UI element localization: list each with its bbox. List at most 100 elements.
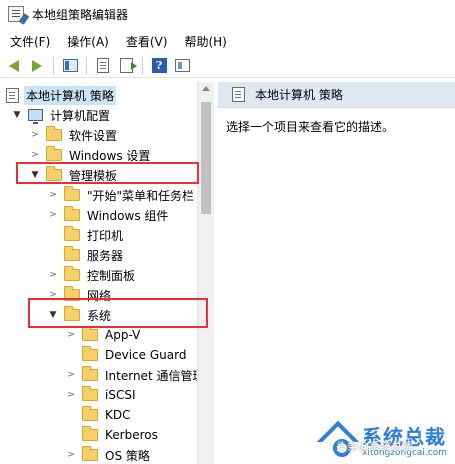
help-button[interactable]: ? bbox=[149, 56, 169, 76]
toolbar: ? bbox=[0, 54, 455, 78]
policy-icon bbox=[232, 87, 245, 102]
properties-icon bbox=[97, 58, 109, 73]
expand-icon[interactable]: > bbox=[30, 150, 40, 160]
tree-item-local-computer-policy[interactable]: 本地计算机 策略 bbox=[6, 85, 116, 105]
toolbar-divider bbox=[86, 56, 87, 75]
forward-icon bbox=[32, 59, 42, 72]
toolbar-divider bbox=[53, 56, 54, 75]
filter-button[interactable] bbox=[172, 56, 192, 76]
menu-view[interactable]: 查看(V) bbox=[126, 33, 168, 50]
window-title: 本地组策略编辑器 bbox=[32, 7, 129, 22]
tree-item-windows-settings[interactable]: > Windows 设置 bbox=[30, 145, 152, 165]
tree-item-label: OS 策略 bbox=[105, 448, 150, 463]
collapse-icon[interactable]: ▼ bbox=[48, 310, 58, 320]
tree-item-label: 打印机 bbox=[87, 228, 124, 243]
tree-item-label: 计算机配置 bbox=[50, 108, 111, 123]
tree-item-label: 软件设置 bbox=[69, 128, 118, 143]
collapse-icon[interactable]: ▼ bbox=[12, 110, 22, 120]
tree-item-label: 本地计算机 策略 bbox=[24, 85, 116, 105]
expand-icon[interactable]: > bbox=[66, 450, 76, 460]
collapse-icon[interactable]: ▼ bbox=[30, 170, 40, 180]
tree-item-label: 系统 bbox=[87, 308, 112, 323]
tree-item-label: App-V bbox=[105, 328, 141, 342]
help-icon: ? bbox=[151, 58, 167, 73]
menu-bar: 文件(F) 操作(A) 查看(V) 帮助(H) bbox=[0, 30, 455, 52]
tree-item-label: 服务器 bbox=[87, 248, 124, 263]
folder-icon bbox=[82, 446, 98, 461]
details-header-title: 本地计算机 策略 bbox=[255, 88, 343, 102]
watermark-caption: 头条@系统总裁 bbox=[336, 440, 413, 453]
expand-icon[interactable]: > bbox=[48, 270, 58, 280]
folder-icon bbox=[82, 386, 98, 401]
tree-scrollbar[interactable] bbox=[197, 82, 214, 464]
export-list-icon bbox=[119, 58, 137, 73]
folder-icon bbox=[46, 126, 62, 141]
tree-item-computer-config[interactable]: ▼ 计算机配置 bbox=[12, 105, 112, 125]
back-icon bbox=[9, 59, 19, 72]
export-list-button[interactable] bbox=[116, 56, 137, 76]
folder-icon bbox=[46, 146, 62, 161]
tree-item-control-panel[interactable]: > 控制面板 bbox=[48, 265, 137, 285]
folder-icon bbox=[64, 306, 80, 321]
menu-file[interactable]: 文件(F) bbox=[10, 33, 50, 50]
folder-icon bbox=[64, 286, 80, 301]
expand-icon[interactable]: > bbox=[66, 370, 76, 380]
tree-item-label: 管理模板 bbox=[69, 168, 118, 183]
tree-item-iscsi[interactable]: > iSCSI bbox=[66, 385, 138, 405]
tree-item-printers[interactable]: 打印机 bbox=[64, 225, 125, 245]
details-pane: 本地计算机 策略 选择一个项目来查看它的描述。 bbox=[218, 82, 455, 464]
details-description: 选择一个项目来查看它的描述。 bbox=[226, 120, 395, 134]
scroll-up-icon[interactable] bbox=[202, 86, 210, 91]
tree-item-label: 控制面板 bbox=[87, 268, 136, 283]
back-button[interactable] bbox=[4, 56, 24, 76]
expand-icon[interactable]: > bbox=[66, 330, 76, 340]
tree-item-network[interactable]: > 网络 bbox=[48, 285, 113, 305]
folder-icon bbox=[64, 206, 80, 221]
show-hide-tree-button[interactable] bbox=[60, 56, 80, 76]
folder-icon bbox=[64, 226, 80, 241]
tree-item-label: iSCSI bbox=[105, 388, 136, 402]
tree-item-label: "开始"菜单和任务栏 bbox=[87, 188, 195, 203]
toolbar-divider bbox=[142, 56, 143, 75]
show-hide-tree-icon bbox=[62, 59, 78, 72]
tree-item-device-guard[interactable]: Device Guard bbox=[82, 345, 188, 365]
group-policy-editor-icon bbox=[8, 6, 24, 22]
tree-item-kdc[interactable]: KDC bbox=[82, 405, 133, 425]
tree-item-software-settings[interactable]: > 软件设置 bbox=[30, 125, 119, 145]
forward-button[interactable] bbox=[27, 56, 47, 76]
expand-icon[interactable]: > bbox=[48, 210, 58, 220]
tree-item-label: Windows 组件 bbox=[87, 208, 169, 223]
folder-icon bbox=[64, 186, 80, 201]
details-header: 本地计算机 策略 bbox=[218, 82, 455, 108]
tree-item-start-menu-taskbar[interactable]: > "开始"菜单和任务栏 bbox=[48, 185, 196, 205]
tree-item-os-policy[interactable]: > OS 策略 bbox=[66, 445, 152, 464]
menu-help[interactable]: 帮助(H) bbox=[184, 33, 226, 50]
expand-icon[interactable]: > bbox=[66, 390, 76, 400]
tree-item-label: KDC bbox=[105, 408, 131, 422]
policy-icon bbox=[6, 87, 19, 103]
tree-item-app-v[interactable]: > App-V bbox=[66, 325, 142, 345]
tree-item-internet-communication[interactable]: > Internet 通信管理 bbox=[66, 365, 206, 385]
tree-item-server[interactable]: 服务器 bbox=[64, 245, 125, 265]
expand-icon[interactable]: > bbox=[30, 130, 40, 140]
folder-icon bbox=[64, 246, 80, 261]
folder-icon bbox=[82, 426, 98, 441]
expand-icon[interactable]: > bbox=[48, 190, 58, 200]
folder-icon bbox=[82, 346, 98, 361]
folder-icon bbox=[82, 326, 98, 341]
tree-item-label: Kerberos bbox=[105, 428, 158, 442]
tree-item-label: Device Guard bbox=[105, 348, 187, 362]
folder-icon bbox=[82, 366, 98, 381]
tree-item-kerberos[interactable]: Kerberos bbox=[82, 425, 160, 445]
folder-icon bbox=[64, 266, 80, 281]
scroll-thumb[interactable] bbox=[201, 102, 211, 214]
properties-button[interactable] bbox=[93, 56, 113, 76]
title-bar: 本地组策略编辑器 bbox=[0, 0, 455, 28]
tree-item-admin-templates[interactable]: ▼ 管理模板 bbox=[30, 165, 119, 185]
tree-item-label: Windows 设置 bbox=[69, 148, 151, 163]
menu-action[interactable]: 操作(A) bbox=[67, 33, 109, 50]
tree-item-system[interactable]: ▼ 系统 bbox=[48, 305, 113, 325]
tree-item-windows-components[interactable]: > Windows 组件 bbox=[48, 205, 170, 225]
tree-item-label: Internet 通信管理 bbox=[105, 368, 205, 383]
expand-icon[interactable]: > bbox=[48, 290, 58, 300]
